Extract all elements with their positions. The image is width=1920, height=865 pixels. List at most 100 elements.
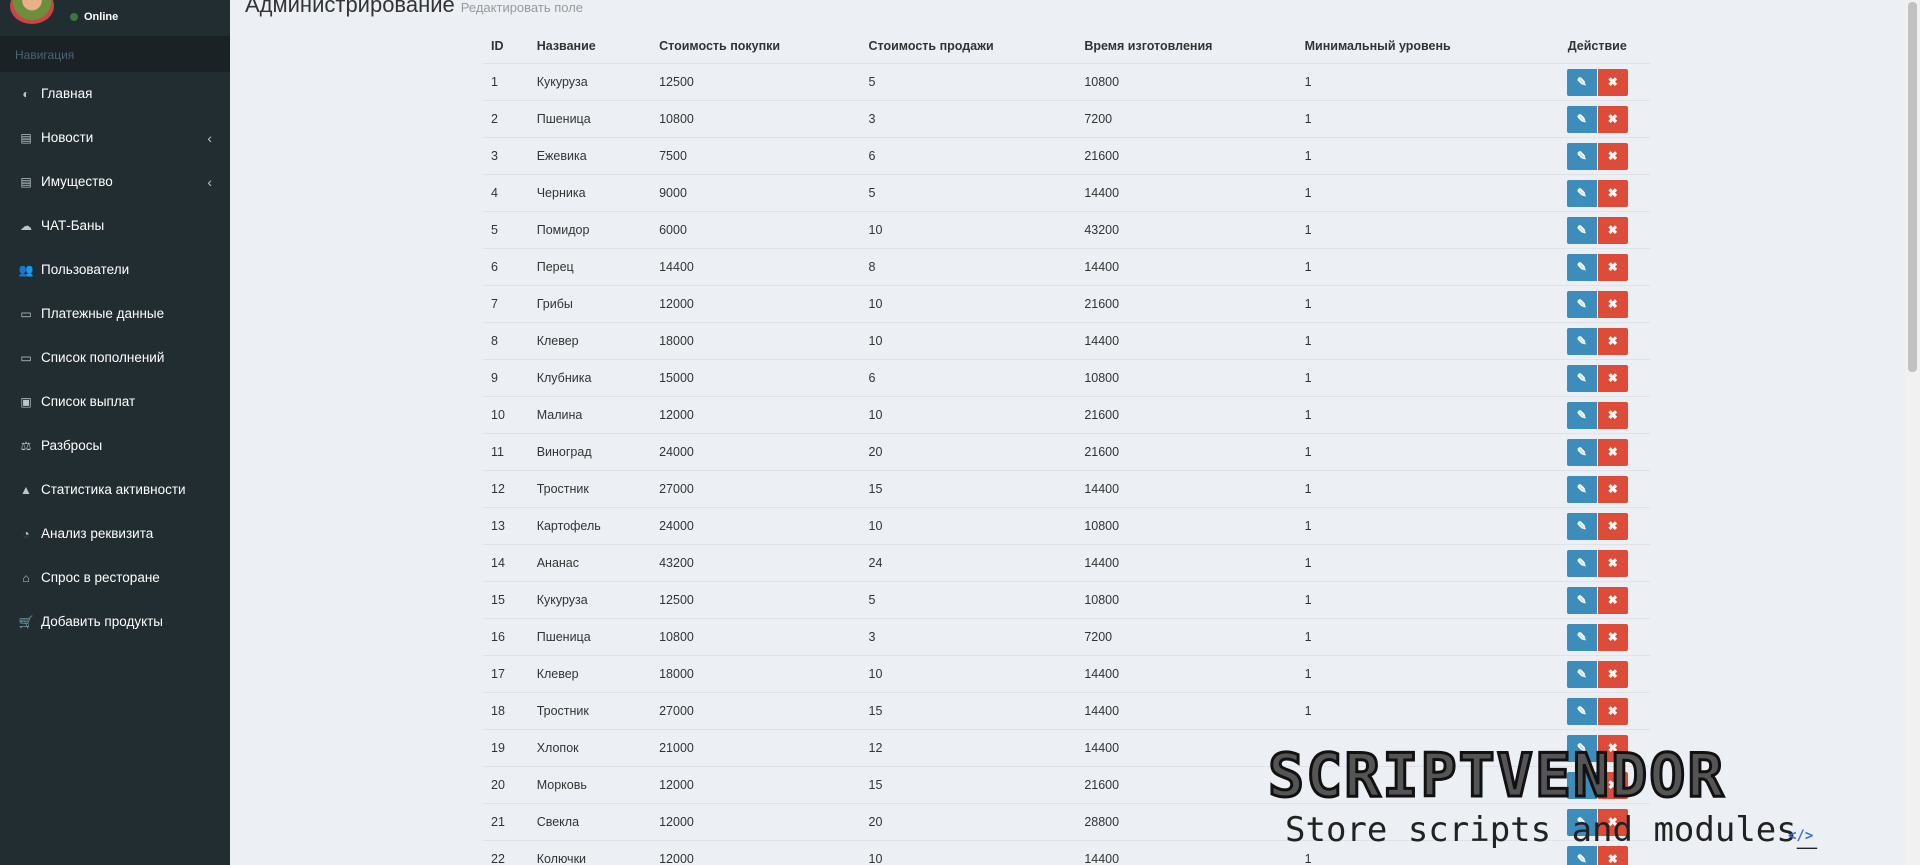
delete-button[interactable]: ✖ xyxy=(1597,660,1628,688)
delete-button[interactable]: ✖ xyxy=(1597,179,1628,207)
sidebar-item-0[interactable]: ◐ Главная xyxy=(0,72,230,116)
delete-button[interactable]: ✖ xyxy=(1597,549,1628,577)
chevron-left-icon[interactable]: ‹ xyxy=(207,160,212,204)
sidebar-item-4[interactable]: 👥 Пользователи xyxy=(0,248,230,292)
sidebar-item-label: Новости xyxy=(41,130,94,145)
table-cell: 4 xyxy=(483,174,529,212)
sidebar-item-11[interactable]: ⌂ Спрос в ресторане xyxy=(0,556,230,600)
edit-button[interactable]: ✎ xyxy=(1566,549,1597,577)
action-cell: ✎ ✖ xyxy=(1544,211,1650,249)
table-cell: Свекла xyxy=(528,803,652,841)
edit-button[interactable]: ✎ xyxy=(1566,660,1597,688)
table-cell: 15 xyxy=(860,692,1077,730)
avatar[interactable] xyxy=(10,0,54,24)
table-cell: 12 xyxy=(483,470,529,508)
delete-button[interactable]: ✖ xyxy=(1597,253,1628,281)
sidebar-item-12[interactable]: 🛒 Добавить продукты xyxy=(0,600,230,644)
delete-button[interactable]: ✖ xyxy=(1597,697,1628,725)
sidebar-item-label: Платежные данные xyxy=(41,306,165,321)
action-cell: ✎ ✖ xyxy=(1544,396,1650,434)
edit-button[interactable]: ✎ xyxy=(1566,697,1597,725)
table-cell: 1 xyxy=(1296,248,1545,286)
edit-button[interactable]: ✎ xyxy=(1566,401,1597,429)
sidebar-item-3[interactable]: ☁ ЧАТ-Баны xyxy=(0,204,230,248)
table-cell: 1 xyxy=(1296,581,1545,619)
table-cell: 1 xyxy=(1296,470,1545,508)
table-cell: 10 xyxy=(860,211,1077,249)
delete-button[interactable]: ✖ xyxy=(1597,327,1628,355)
sidebar-item-5[interactable]: ▭ Платежные данные xyxy=(0,292,230,336)
watermark: SCRIPTVENDOR Store scripts and modules_ … xyxy=(1266,740,1900,865)
table-cell: Ананас xyxy=(528,544,652,582)
delete-button[interactable]: ✖ xyxy=(1597,401,1628,429)
table-cell: Клевер xyxy=(528,655,652,693)
table-cell: 14 xyxy=(483,544,529,582)
sidebar-item-1[interactable]: ▤ Новости ‹ xyxy=(0,116,230,160)
sidebar-item-10[interactable]: ◔ Анализ реквизита xyxy=(0,512,230,556)
table-cell: 22 xyxy=(483,840,529,865)
delete-button[interactable]: ✖ xyxy=(1597,105,1628,133)
table-cell: 18000 xyxy=(651,322,861,360)
table-cell: 10 xyxy=(860,655,1077,693)
delete-button[interactable]: ✖ xyxy=(1597,364,1628,392)
table-cell: Перец xyxy=(528,248,652,286)
edit-button[interactable]: ✎ xyxy=(1566,68,1597,96)
table-cell: Ежевика xyxy=(528,137,652,175)
edit-button[interactable]: ✎ xyxy=(1566,586,1597,614)
table-row: 17 Клевер 18000 10 14400 1 ✎ ✖ xyxy=(483,655,1650,693)
delete-button[interactable]: ✖ xyxy=(1597,512,1628,540)
table-cell: 27000 xyxy=(651,470,861,508)
table-cell: 6 xyxy=(483,248,529,286)
sidebar-item-6[interactable]: ▭ Список пополнений xyxy=(0,336,230,380)
delete-button[interactable]: ✖ xyxy=(1597,475,1628,503)
sidebar-item-label: Анализ реквизита xyxy=(41,526,154,541)
comments-icon: ☁ xyxy=(20,219,32,233)
table-cell: 1 xyxy=(1296,100,1545,138)
watermark-subtitle: Store scripts and modules_ xyxy=(1285,810,1818,850)
table-cell: 12000 xyxy=(651,766,861,804)
edit-button[interactable]: ✎ xyxy=(1566,438,1597,466)
edit-button[interactable]: ✎ xyxy=(1566,512,1597,540)
sidebar-item-label: Спрос в ресторане xyxy=(41,570,160,585)
table-cell: 43200 xyxy=(651,544,861,582)
edit-button[interactable]: ✎ xyxy=(1566,142,1597,170)
delete-button[interactable]: ✖ xyxy=(1597,290,1628,318)
edit-button[interactable]: ✎ xyxy=(1566,475,1597,503)
action-cell: ✎ ✖ xyxy=(1544,470,1650,508)
chevron-left-icon[interactable]: ‹ xyxy=(207,116,212,160)
table-cell: 14400 xyxy=(1076,729,1297,767)
edit-button[interactable]: ✎ xyxy=(1566,364,1597,392)
table-cell: Тростник xyxy=(528,692,652,730)
table-cell: 14400 xyxy=(1076,470,1297,508)
edit-button[interactable]: ✎ xyxy=(1566,253,1597,281)
delete-button[interactable]: ✖ xyxy=(1597,142,1628,170)
delete-button[interactable]: ✖ xyxy=(1597,586,1628,614)
table-row: 14 Ананас 43200 24 14400 1 ✎ ✖ xyxy=(483,544,1650,582)
edit-button[interactable]: ✎ xyxy=(1566,623,1597,651)
table-cell: 21600 xyxy=(1076,433,1297,471)
balance-scale-icon: ⚖ xyxy=(20,439,32,453)
delete-button[interactable]: ✖ xyxy=(1597,216,1628,244)
nav-header: Навигация xyxy=(0,36,230,72)
table-cell: Грибы xyxy=(528,285,652,323)
sidebar-item-8[interactable]: ⚖ Разбросы xyxy=(0,424,230,468)
delete-button[interactable]: ✖ xyxy=(1597,623,1628,651)
edit-button[interactable]: ✎ xyxy=(1566,327,1597,355)
sidebar-item-7[interactable]: ▣ Список выплат xyxy=(0,380,230,424)
scrollbar-thumb[interactable] xyxy=(1908,2,1917,372)
edit-button[interactable]: ✎ xyxy=(1566,290,1597,318)
sidebar-item-9[interactable]: ▲ Статистика активности xyxy=(0,468,230,512)
delete-button[interactable]: ✖ xyxy=(1597,438,1628,466)
delete-button[interactable]: ✖ xyxy=(1597,68,1628,96)
vertical-scrollbar[interactable] xyxy=(1905,0,1920,865)
table-row: 6 Перец 14400 8 14400 1 ✎ ✖ xyxy=(483,248,1650,286)
column-header: Минимальный уровень xyxy=(1304,39,1451,53)
sidebar-item-2[interactable]: ▤ Имущество ‹ xyxy=(0,160,230,204)
edit-button[interactable]: ✎ xyxy=(1566,105,1597,133)
table-cell: Виноград xyxy=(528,433,652,471)
table-row: 11 Виноград 24000 20 21600 1 ✎ ✖ xyxy=(483,433,1650,471)
table-cell: 2 xyxy=(483,100,529,138)
edit-button[interactable]: ✎ xyxy=(1566,216,1597,244)
table-cell: 24 xyxy=(860,544,1077,582)
edit-button[interactable]: ✎ xyxy=(1566,179,1597,207)
